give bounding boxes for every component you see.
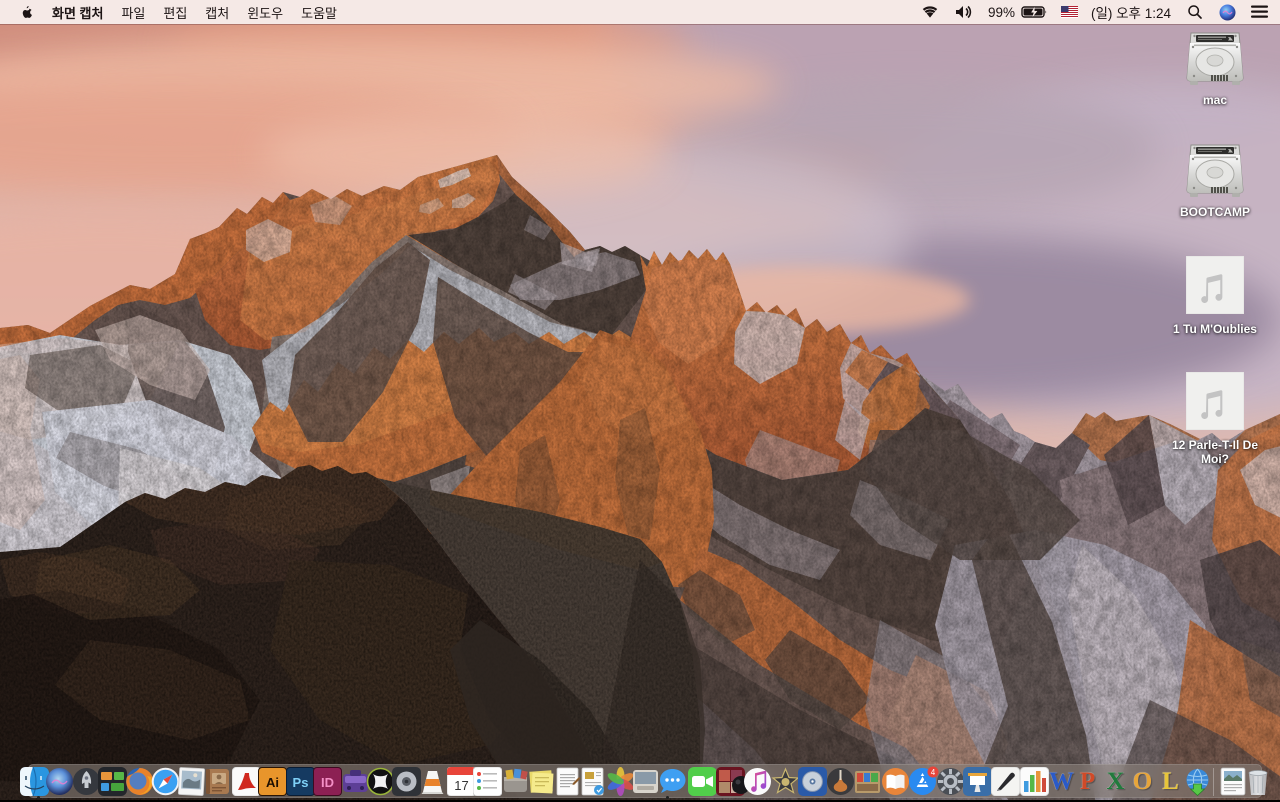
svg-text:17: 17 xyxy=(454,778,468,793)
svg-text:ID: ID xyxy=(321,775,334,790)
svg-text:Ai: Ai xyxy=(266,775,279,790)
svg-text:Ps: Ps xyxy=(293,775,309,790)
